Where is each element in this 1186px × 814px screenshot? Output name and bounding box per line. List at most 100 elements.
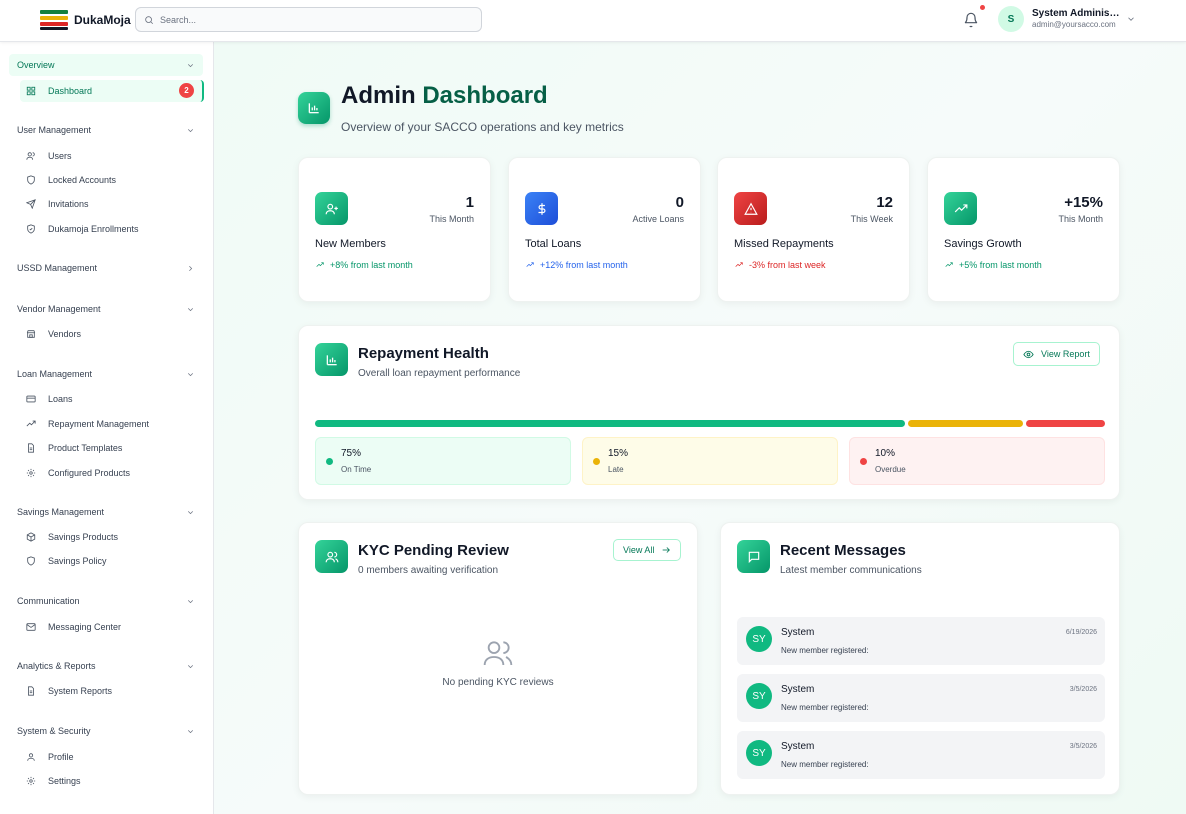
- repayment-bar-segment: [1026, 420, 1105, 427]
- sidebar-item-label: Dashboard: [48, 86, 93, 96]
- legend-label: On Time: [341, 465, 372, 474]
- file-icon: [28, 443, 34, 453]
- empty-state-text: No pending KYC reviews: [442, 677, 554, 688]
- sidebar-item-label: System Reports: [48, 686, 113, 696]
- app-logo[interactable]: DukaMoja: [40, 9, 131, 31]
- alert-icon: [734, 192, 767, 225]
- sidebar-item-invitations[interactable]: Invitations: [20, 193, 204, 215]
- sidebar-section-ussd-management[interactable]: USSD Management: [9, 257, 203, 279]
- card-icon: [26, 395, 36, 403]
- message-item[interactable]: SY System New member registered: 6/19/20…: [737, 617, 1105, 665]
- stat-period: This Month: [1058, 214, 1103, 224]
- message-item[interactable]: SY System New member registered: 3/5/202…: [737, 731, 1105, 779]
- sidebar-item-savings-products[interactable]: Savings Products: [20, 526, 204, 548]
- sidebar-section-system-security[interactable]: System & Security: [9, 720, 203, 742]
- sidebar-section-communication[interactable]: Communication: [9, 590, 203, 612]
- stat-label: Missed Repayments: [734, 238, 834, 250]
- bell-icon[interactable]: [963, 12, 979, 28]
- stat-card-savings-growth[interactable]: +15% This Month Savings Growth +5% from …: [927, 157, 1120, 302]
- sidebar-item-product-templates[interactable]: Product Templates: [20, 437, 204, 459]
- sidebar-item-settings[interactable]: Settings: [20, 770, 204, 792]
- section-title: Recent Messages: [780, 542, 906, 559]
- section-label: Overview: [17, 60, 55, 70]
- message-text: New member registered:: [781, 646, 869, 655]
- sidebar-section-vendor-management[interactable]: Vendor Management: [9, 298, 203, 320]
- section-label: Communication: [17, 596, 80, 606]
- stat-card-new-members[interactable]: 1 This Month New Members +8% from last m…: [298, 157, 491, 302]
- shield-check-icon: [27, 224, 35, 234]
- sidebar-item-label: Savings Products: [48, 532, 119, 542]
- sidebar-item-label: Product Templates: [48, 443, 123, 453]
- user-icon: [27, 753, 35, 761]
- search-input[interactable]: [160, 14, 460, 25]
- legend-overdue: 10% Overdue: [849, 437, 1105, 485]
- legend-percent: 75%: [341, 448, 362, 459]
- sidebar-section-user-management[interactable]: User Management: [9, 119, 203, 141]
- trend-icon: [26, 420, 36, 427]
- sidebar-item-locked-accounts[interactable]: Locked Accounts: [20, 169, 204, 191]
- legend-label: Overdue: [875, 465, 906, 474]
- sidebar-item-system-reports[interactable]: System Reports: [20, 680, 204, 702]
- search-icon: [145, 15, 154, 24]
- stat-trend: +12% from last month: [525, 260, 628, 270]
- sidebar-item-users[interactable]: Users: [20, 145, 204, 167]
- sidebar-section-savings-management[interactable]: Savings Management: [9, 501, 203, 523]
- logo-mark-icon: [40, 9, 68, 31]
- users-icon: [26, 152, 35, 160]
- sidebar-item-label: Savings Policy: [48, 556, 107, 566]
- section-title: Repayment Health: [358, 345, 489, 362]
- sidebar-item-label: Profile: [48, 752, 74, 762]
- sidebar-item-dashboard[interactable]: Dashboard 2: [20, 80, 204, 102]
- stat-trend: -3% from last week: [734, 260, 826, 270]
- repayment-health-card: Repayment Health Overall loan repayment …: [298, 325, 1120, 500]
- stat-card-total-loans[interactable]: 0 Active Loans Total Loans +12% from las…: [508, 157, 701, 302]
- sidebar-item-profile[interactable]: Profile: [20, 746, 204, 768]
- stat-label: New Members: [315, 238, 386, 250]
- sidebar-item-messaging-center[interactable]: Messaging Center: [20, 616, 204, 638]
- sidebar-item-dukamoja-enrollments[interactable]: Dukamoja Enrollments: [20, 218, 204, 240]
- repayment-bar-segment: [907, 420, 1023, 427]
- users-icon: [315, 540, 348, 573]
- message-date: 3/5/2026: [1069, 686, 1097, 693]
- box-icon: [26, 532, 36, 542]
- stat-trend-text: -3% from last week: [749, 260, 826, 270]
- sidebar-section-overview[interactable]: Overview: [9, 54, 203, 76]
- view-all-button[interactable]: View All: [613, 539, 682, 561]
- sidebar-item-label: Users: [48, 151, 72, 161]
- legend-late: 15% Late: [582, 437, 838, 485]
- top-bar: DukaMoja S System Administrator admin@yo…: [0, 0, 1186, 42]
- message-sender: System: [781, 627, 815, 638]
- message-text: New member registered:: [781, 760, 869, 769]
- section-label: User Management: [17, 125, 92, 135]
- user-menu[interactable]: S System Administrator admin@yoursacco.c…: [998, 6, 1134, 32]
- sidebar-item-label: Locked Accounts: [48, 175, 117, 185]
- sidebar-section-analytics-reports[interactable]: Analytics & Reports: [9, 655, 203, 677]
- section-subtitle: Latest member communications: [780, 565, 922, 576]
- message-item[interactable]: SY System New member registered: 3/5/202…: [737, 674, 1105, 722]
- legend-on-time: 75% On Time: [315, 437, 571, 485]
- repayment-bar-segment: [315, 420, 905, 427]
- sidebar-section-loan-management[interactable]: Loan Management: [9, 363, 203, 385]
- search-box[interactable]: [135, 7, 482, 32]
- sidebar-item-vendors[interactable]: Vendors: [20, 323, 204, 345]
- count-badge: 2: [179, 83, 194, 98]
- view-report-button[interactable]: View Report: [1013, 342, 1100, 366]
- sidebar-item-savings-policy[interactable]: Savings Policy: [20, 550, 204, 572]
- user-plus-icon: [315, 192, 348, 225]
- sidebar-item-repayment-management[interactable]: Repayment Management: [20, 413, 204, 435]
- section-label: Savings Management: [17, 507, 105, 517]
- chevron-right-icon: [189, 265, 193, 271]
- avatar: S: [998, 6, 1024, 32]
- shield-icon: [27, 175, 35, 185]
- stat-card-missed-repayments[interactable]: 12 This Week Missed Repayments -3% from …: [717, 157, 910, 302]
- section-label: USSD Management: [17, 263, 98, 273]
- sidebar-item-label: Dukamoja Enrollments: [48, 224, 139, 234]
- stat-label: Savings Growth: [944, 238, 1022, 250]
- button-label: View All: [623, 545, 655, 555]
- sidebar-item-configured-products[interactable]: Configured Products: [20, 462, 204, 484]
- sidebar-item-loans[interactable]: Loans: [20, 388, 204, 410]
- sidebar-item-label: Configured Products: [48, 468, 131, 478]
- section-label: Analytics & Reports: [17, 661, 96, 671]
- sidebar-item-label: Repayment Management: [48, 419, 150, 429]
- stat-trend-text: +12% from last month: [540, 260, 628, 270]
